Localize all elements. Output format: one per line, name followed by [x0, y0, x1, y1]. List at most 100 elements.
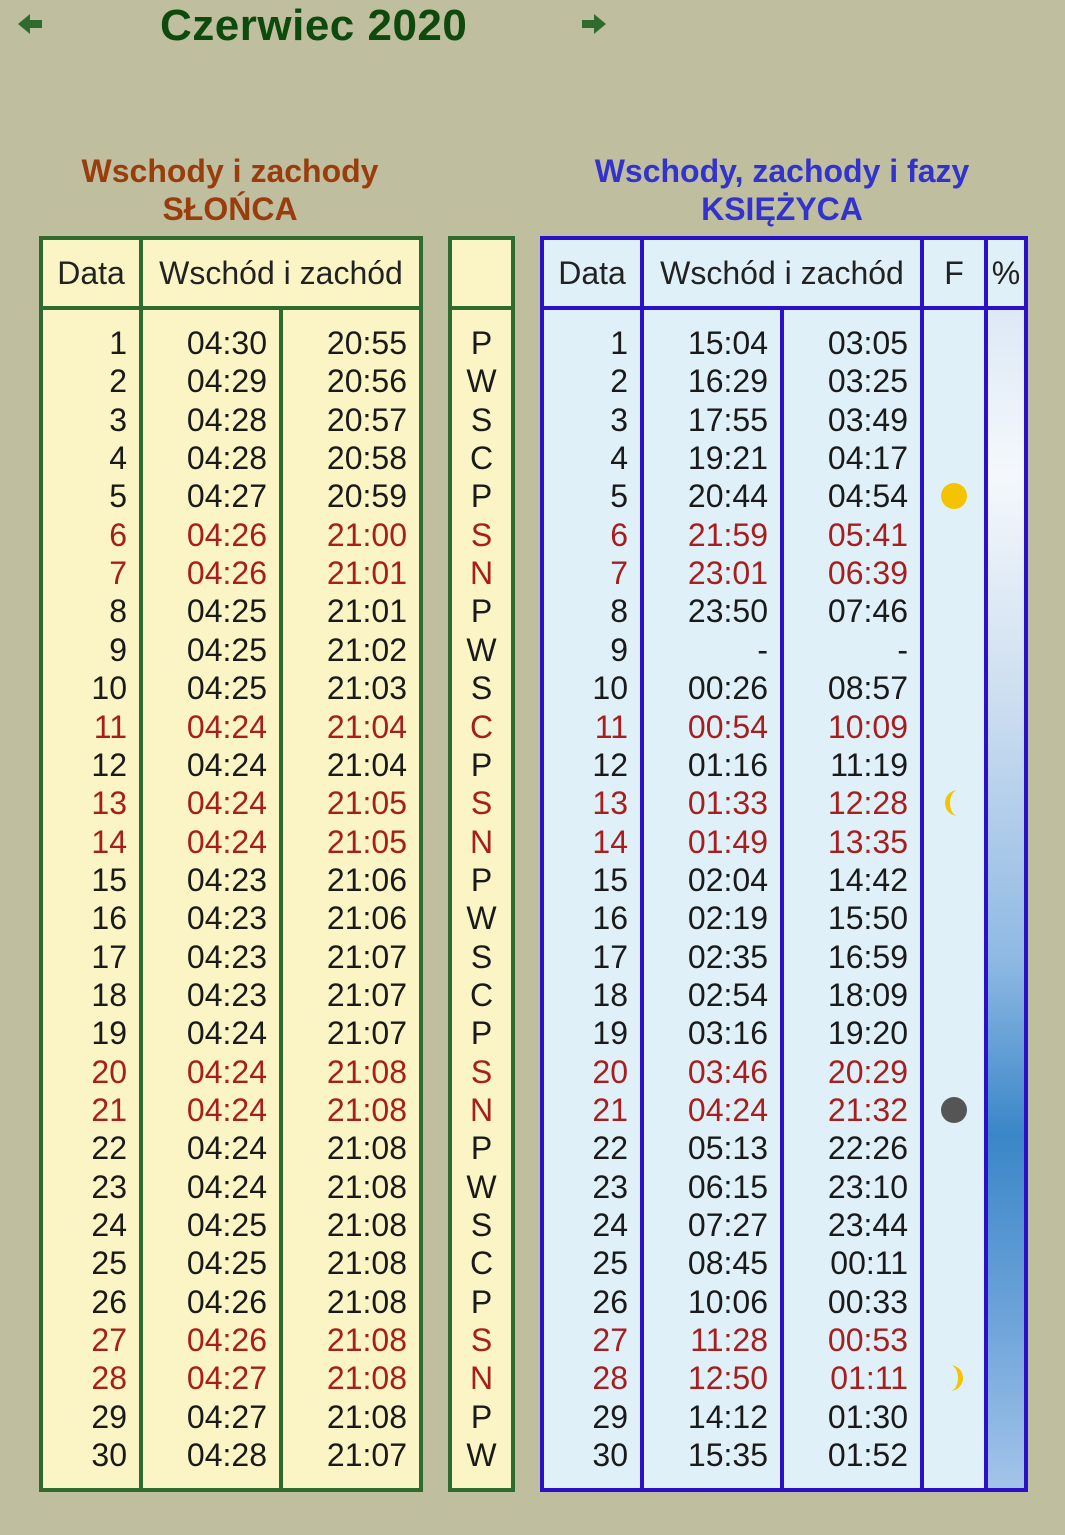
table-row: 5 04:27 20:59: [43, 477, 419, 515]
sunset-cell: 21:08: [326, 1322, 407, 1359]
table-row: 29 04:27 21:08: [43, 1398, 419, 1436]
weekday-cell: C: [469, 708, 494, 745]
weekday-cell: C: [469, 440, 494, 477]
table-row: 12 04:24 21:04: [43, 746, 419, 784]
date-cell: 9: [109, 631, 127, 668]
table-row: 11 04:24 21:04: [43, 708, 419, 746]
weekday-cell: P: [470, 1015, 493, 1052]
moonset-cell: 00:53: [827, 1322, 908, 1359]
table-row: 27 04:26 21:08: [43, 1321, 419, 1359]
sunrise-cell: 04:23: [186, 861, 267, 898]
next-month-arrow-icon[interactable]: [580, 12, 608, 36]
weekday-cell: W: [466, 631, 497, 668]
table-row: W: [452, 1168, 511, 1206]
sunrise-cell: 04:24: [186, 708, 267, 745]
sunrise-cell: 04:26: [186, 1322, 267, 1359]
date-cell: 11: [594, 708, 628, 745]
date-cell: 5: [610, 478, 628, 515]
moonset-cell: 18:09: [827, 976, 908, 1013]
moonset-cell: 11:19: [830, 746, 908, 783]
moonset-cell: 07:46: [827, 593, 908, 630]
sunset-cell: 21:07: [326, 1015, 407, 1052]
moonset-cell: 19:20: [827, 1015, 908, 1052]
prev-month-arrow-icon[interactable]: [16, 12, 44, 36]
table-row: S: [452, 669, 511, 707]
moon-table-heading: Wschody, zachody i fazy KSIĘŻYCA: [540, 152, 1024, 228]
weekday-cell: W: [466, 363, 497, 400]
table-row: N: [452, 1359, 511, 1397]
date-cell: 7: [610, 555, 628, 592]
sunrise-cell: 04:24: [186, 746, 267, 783]
weekday-cell: P: [470, 1398, 493, 1435]
weekday-cell: P: [470, 593, 493, 630]
date-cell: 22: [592, 1130, 628, 1167]
date-cell: 2: [109, 363, 127, 400]
moonset-cell: 23:10: [827, 1168, 908, 1205]
table-row: 10 00:26 08:57: [544, 669, 1024, 707]
moonrise-cell: 12:50: [687, 1360, 768, 1397]
date-cell: 22: [91, 1130, 127, 1167]
moonset-cell: 12:28: [827, 785, 908, 822]
table-row: 9 - -: [544, 631, 1024, 669]
full-moon-icon: [939, 481, 969, 511]
sunset-cell: 21:02: [326, 631, 407, 668]
table-row: 21 04:24 21:08: [43, 1091, 419, 1129]
table-row: 26 10:06 00:33: [544, 1283, 1024, 1321]
date-cell: 1: [109, 325, 127, 361]
table-row: P: [452, 592, 511, 630]
date-cell: 15: [592, 861, 628, 898]
moonrise-cell: 00:54: [687, 708, 768, 745]
table-row: 18 02:54 18:09: [544, 976, 1024, 1014]
moonrise-cell: 04:24: [687, 1092, 768, 1128]
table-row: 15 04:23 21:06: [43, 861, 419, 899]
table-row: C: [452, 708, 511, 746]
sunset-cell: 20:57: [326, 401, 407, 438]
moonrise-cell: 14:12: [687, 1398, 768, 1435]
moon-col-phase: F: [944, 255, 964, 291]
moonset-cell: 01:52: [827, 1437, 908, 1474]
sunset-cell: 21:04: [326, 708, 407, 745]
moonrise-cell: 23:01: [687, 555, 768, 592]
moonset-cell: 00:33: [827, 1283, 908, 1320]
date-cell: 5: [109, 478, 127, 515]
table-row: S: [452, 516, 511, 554]
table-row: 30 04:28 21:07: [43, 1436, 419, 1474]
moonrise-cell: 05:13: [687, 1130, 768, 1167]
sunrise-cell: 04:26: [186, 1283, 267, 1320]
weekday-cell: W: [466, 1168, 497, 1205]
date-cell: 9: [610, 631, 628, 668]
date-cell: 6: [109, 516, 127, 553]
date-cell: 20: [592, 1053, 628, 1090]
weekday-header-divider: [452, 306, 511, 310]
sunset-cell: 21:04: [326, 746, 407, 783]
table-row: P: [452, 324, 511, 362]
table-row: P: [452, 861, 511, 899]
moonset-cell: 13:35: [827, 823, 908, 860]
date-cell: 1: [610, 325, 628, 361]
weekday-cell: P: [470, 325, 493, 361]
moonrise-cell: 06:15: [687, 1168, 768, 1205]
moonrise-cell: 23:50: [687, 593, 768, 630]
date-cell: 23: [91, 1168, 127, 1205]
date-cell: 3: [109, 401, 127, 438]
weekday-cell: S: [470, 670, 493, 707]
date-cell: 13: [592, 785, 628, 822]
table-row: S: [452, 1206, 511, 1244]
date-cell: 7: [109, 555, 127, 592]
moonrise-cell: 10:06: [687, 1283, 768, 1320]
table-row: 2 16:29 03:25: [544, 362, 1024, 400]
date-cell: 17: [592, 938, 628, 975]
date-cell: 24: [592, 1207, 628, 1244]
date-cell: 27: [91, 1322, 127, 1359]
moonset-cell: 05:41: [827, 516, 908, 553]
sunset-cell: 21:07: [326, 976, 407, 1013]
moon-col-percent: %: [991, 255, 1021, 291]
table-row: 27 11:28 00:53: [544, 1321, 1024, 1359]
moonset-cell: 10:09: [827, 708, 908, 745]
moonset-cell: 00:11: [830, 1245, 908, 1282]
moonrise-cell: 21:59: [687, 516, 768, 553]
sunrise-cell: 04:27: [186, 1398, 267, 1435]
sunrise-cell: 04:23: [186, 900, 267, 937]
table-row: 17 04:23 21:07: [43, 938, 419, 976]
moonset-cell: 21:32: [827, 1092, 908, 1128]
